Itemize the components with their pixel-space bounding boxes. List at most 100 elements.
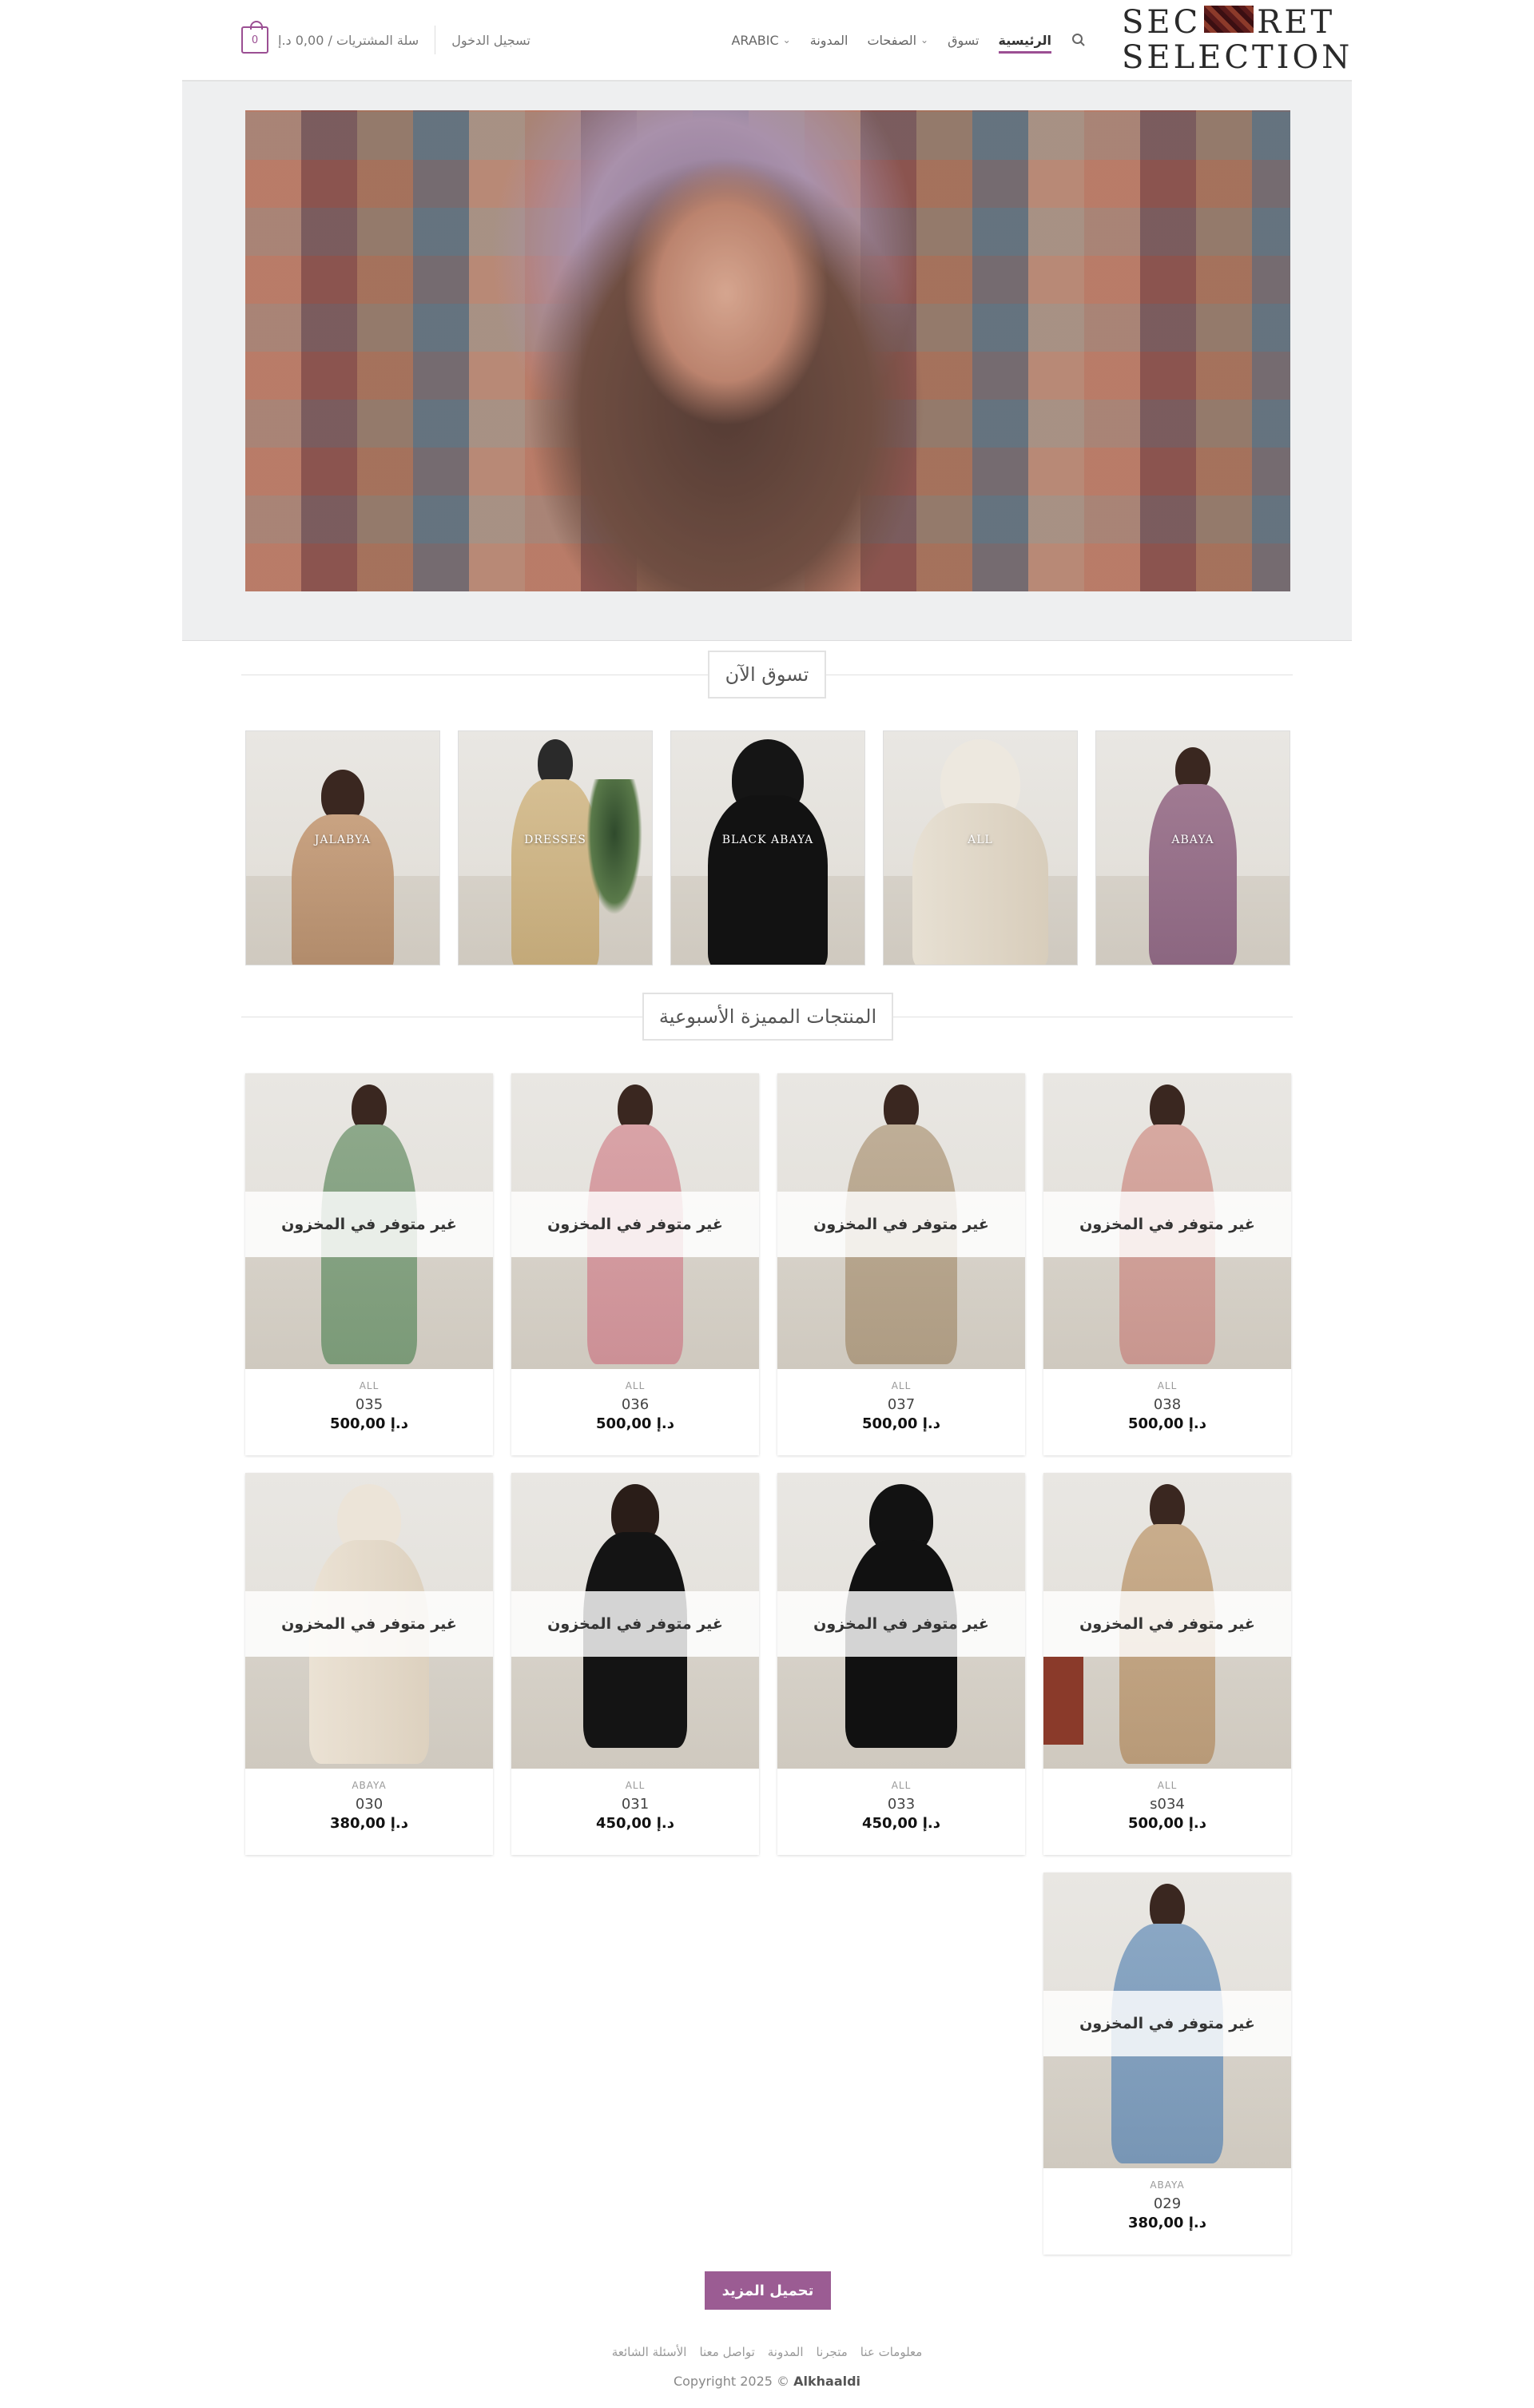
category-image xyxy=(246,731,439,965)
product-category[interactable]: ABAYA xyxy=(1043,2179,1291,2191)
cart-count: 0 xyxy=(251,34,259,46)
product-price: 500,00 د.إ xyxy=(330,1415,408,1432)
hero-overlay xyxy=(245,110,1290,591)
nav-item-pages[interactable]: الصفحات ⌄ xyxy=(867,33,928,48)
footer-link-contact[interactable]: تواصل معنا xyxy=(699,2345,754,2359)
product-price: 500,00 د.إ xyxy=(862,1415,940,1432)
product-card[interactable]: غير متوفر في المخزون ALL 037 500,00 د.إ xyxy=(777,1073,1025,1455)
chevron-down-icon: ⌄ xyxy=(920,34,929,46)
product-card[interactable]: غير متوفر في المخزون ALL 035 500,00 د.إ xyxy=(245,1073,493,1455)
footer-link-blog[interactable]: المدونة xyxy=(768,2345,804,2359)
category-tile-all[interactable]: ALL xyxy=(883,730,1078,965)
product-category[interactable]: ALL xyxy=(777,1780,1025,1791)
product-category[interactable]: ALL xyxy=(245,1380,493,1391)
product-name[interactable]: 031 xyxy=(511,1796,759,1813)
nav-item-shop[interactable]: تسوق xyxy=(948,33,979,48)
shop-now-section-title: تسوق الآن xyxy=(241,651,1293,699)
nav-label: الرئيسية xyxy=(998,32,1052,48)
out-of-stock-label: غير متوفر في المخزون xyxy=(1043,1591,1291,1657)
site-logo[interactable]: SEC RET SELECTION xyxy=(1122,4,1353,76)
logo-line-1: SEC RET xyxy=(1122,4,1332,41)
chevron-down-icon: ⌄ xyxy=(782,34,791,46)
logo-line-2: SELECTION xyxy=(1122,39,1353,76)
nav-item-language[interactable]: ARABIC ⌄ xyxy=(731,33,790,48)
nav-item-blog[interactable]: المدونة xyxy=(810,33,848,48)
category-image xyxy=(1096,731,1290,965)
category-tile-dresses[interactable]: DRESSES xyxy=(458,730,653,965)
product-category[interactable]: ALL xyxy=(1043,1380,1291,1391)
product-name[interactable]: 033 xyxy=(777,1796,1025,1813)
featured-heading: المنتجات المميزة الأسبوعية xyxy=(642,993,893,1041)
nav-label: تسوق xyxy=(948,32,980,48)
product-price: 450,00 د.إ xyxy=(862,1815,940,1832)
category-tile-abaya[interactable]: ABAYA xyxy=(1095,730,1290,965)
product-name[interactable]: 038 xyxy=(1043,1396,1291,1413)
header-account-area: 0 سلة المشتريات / 0,00 د.إ تسجيل الدخول xyxy=(241,21,531,58)
product-price: 500,00 د.إ xyxy=(596,1415,674,1432)
product-card[interactable]: غير متوفر في المخزون ABAYA 029 380,00 د.… xyxy=(1043,1873,1291,2255)
footer-link-faq[interactable]: الأسئلة الشائعة xyxy=(612,2345,687,2359)
product-card[interactable]: غير متوفر في المخزون ALL 033 450,00 د.إ xyxy=(777,1473,1025,1855)
category-image xyxy=(459,731,652,965)
category-image xyxy=(884,731,1077,965)
category-tile-jalabya[interactable]: JALABYA xyxy=(245,730,440,965)
footer-links: معلومات عنا متجرنا المدونة تواصل معنا ال… xyxy=(0,2345,1534,2359)
product-name[interactable]: 030 xyxy=(245,1796,493,1813)
product-category[interactable]: ABAYA xyxy=(245,1780,493,1791)
logo-text-b: RET xyxy=(1257,4,1336,41)
product-price: 500,00 د.إ xyxy=(1128,1815,1206,1832)
product-name[interactable]: 036 xyxy=(511,1396,759,1413)
load-more-button[interactable]: تحميل المزيد xyxy=(705,2271,831,2310)
logo-text-a: SEC xyxy=(1122,4,1202,41)
product-card[interactable]: غير متوفر في المخزون ALL 036 500,00 د.إ xyxy=(511,1073,759,1455)
out-of-stock-label: غير متوفر في المخزون xyxy=(1043,1991,1291,2056)
category-label: BLACK ABAYA xyxy=(721,834,814,846)
main-nav: الرئيسية تسوق الصفحات ⌄ المدونة ARABIC ⌄ xyxy=(731,29,1087,54)
nav-label: ARABIC xyxy=(731,32,779,48)
product-name[interactable]: 035 xyxy=(245,1396,493,1413)
category-label: ALL xyxy=(968,834,993,846)
product-price: 380,00 د.إ xyxy=(330,1815,408,1832)
product-category[interactable]: ALL xyxy=(777,1380,1025,1391)
cart-link[interactable]: سلة المشتريات / 0,00 د.إ xyxy=(278,33,419,48)
category-label: DRESSES xyxy=(524,834,586,846)
product-card[interactable]: غير متوفر في المخزون ALL s034 500,00 د.إ xyxy=(1043,1473,1291,1855)
out-of-stock-label: غير متوفر في المخزون xyxy=(1043,1192,1291,1257)
product-category[interactable]: ALL xyxy=(1043,1780,1291,1791)
product-price: 500,00 د.إ xyxy=(1128,1415,1206,1432)
out-of-stock-label: غير متوفر في المخزون xyxy=(245,1192,493,1257)
category-label: JALABYA xyxy=(314,834,372,846)
product-name[interactable]: 037 xyxy=(777,1396,1025,1413)
out-of-stock-label: غير متوفر في المخزون xyxy=(777,1192,1025,1257)
product-card[interactable]: غير متوفر في المخزون ABAYA 030 380,00 د.… xyxy=(245,1473,493,1855)
featured-section-title: المنتجات المميزة الأسبوعية xyxy=(241,993,1293,1041)
category-image xyxy=(671,731,864,965)
product-name[interactable]: s034 xyxy=(1043,1796,1291,1813)
category-label: ABAYA xyxy=(1171,834,1214,846)
copyright: Copyright 2025 © Alkhaaldi xyxy=(0,2374,1534,2389)
search-icon[interactable] xyxy=(1071,32,1087,48)
out-of-stock-label: غير متوفر في المخزون xyxy=(777,1591,1025,1657)
out-of-stock-label: غير متوفر في المخزون xyxy=(511,1192,759,1257)
product-category[interactable]: ALL xyxy=(511,1780,759,1791)
nav-label: الصفحات xyxy=(867,32,917,48)
product-card[interactable]: غير متوفر في المخزون ALL 031 450,00 د.إ xyxy=(511,1473,759,1855)
category-tile-black-abaya[interactable]: BLACK ABAYA xyxy=(670,730,865,965)
copyright-text: Copyright 2025 © xyxy=(673,2374,790,2389)
product-card[interactable]: غير متوفر في المخزون ALL 038 500,00 د.إ xyxy=(1043,1073,1291,1455)
product-category[interactable]: ALL xyxy=(511,1380,759,1391)
footer-link-about[interactable]: معلومات عنا xyxy=(860,2345,923,2359)
logo-swatch-icon xyxy=(1204,6,1254,33)
nav-item-home[interactable]: الرئيسية xyxy=(998,32,1052,54)
product-price: 450,00 د.إ xyxy=(596,1815,674,1832)
out-of-stock-label: غير متوفر في المخزون xyxy=(245,1591,493,1657)
product-name[interactable]: 029 xyxy=(1043,2195,1291,2212)
footer-link-store[interactable]: متجرنا xyxy=(817,2345,848,2359)
nav-label: المدونة xyxy=(809,32,848,48)
shop-now-heading: تسوق الآن xyxy=(708,651,826,699)
copyright-brand[interactable]: Alkhaaldi xyxy=(793,2374,860,2389)
cart-icon[interactable]: 0 xyxy=(241,21,268,54)
hero-banner-image[interactable] xyxy=(245,110,1290,591)
login-link[interactable]: تسجيل الدخول xyxy=(451,33,531,48)
header-inner: SEC RET SELECTION الرئيسية تسوق الصفحات ⌄ … xyxy=(241,0,1353,80)
